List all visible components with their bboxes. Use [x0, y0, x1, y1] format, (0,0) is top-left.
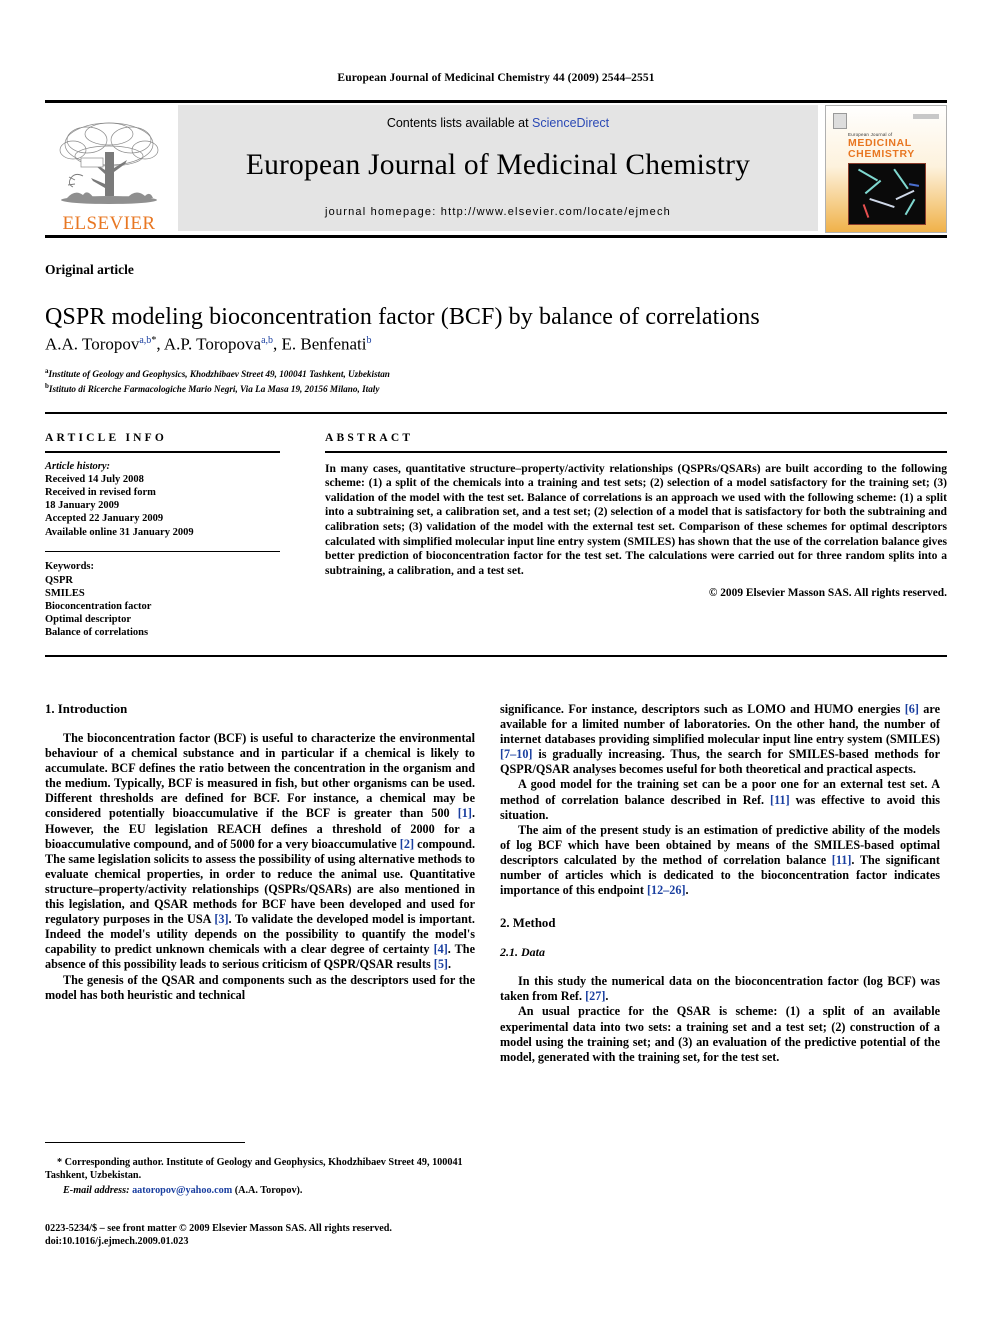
keywords-block: Keywords: QSPR SMILES Bioconcentration f… — [45, 552, 280, 639]
author-list: A.A. Toropova,b*, A.P. Toropovaa,b, E. B… — [45, 334, 372, 354]
elsevier-tree-icon — [59, 122, 159, 204]
citation-ref-11b[interactable]: [11] — [832, 853, 852, 867]
info-band-bottom-rule — [45, 655, 947, 657]
section-heading-method: 2. Method — [500, 916, 556, 931]
data-text-c: . — [605, 989, 609, 1004]
affiliation-text-b: Istituto di Ricerche Farmacologiche Mari… — [48, 383, 380, 394]
masthead-bottom-rule — [45, 235, 947, 238]
elsevier-logo: ELSEVIER — [45, 105, 173, 233]
masthead-center-panel: Contents lists available at ScienceDirec… — [178, 105, 818, 231]
affiliation-text-a: Institute of Geology and Geophysics, Kho… — [48, 369, 390, 380]
corresponding-author-note: * Corresponding author. Institute of Geo… — [45, 1157, 463, 1181]
intro-right-text-a: significance. For instance, descriptors … — [500, 702, 905, 716]
author-name-2: A.P. Toropova — [163, 334, 262, 354]
cover-journal-name: MEDICINAL CHEMISTRY — [848, 138, 915, 160]
keyword-item: QSPR — [45, 574, 74, 586]
article-type-label: Original article — [45, 262, 134, 277]
running-head: European Journal of Medicinal Chemistry … — [337, 72, 655, 84]
sciencedirect-link[interactable]: ScienceDirect — [532, 116, 609, 130]
author-name-1: A.A. Toropov — [45, 334, 140, 354]
contents-prefix: Contents lists available at — [386, 116, 533, 130]
article-history-label: Article history: — [45, 460, 111, 472]
citation-ref-7-10[interactable]: [7–10] — [500, 747, 533, 761]
article-history-item: 18 January 2009 — [45, 500, 120, 512]
body-column-left: 1. Introduction The bioconcentration fac… — [45, 702, 475, 1003]
email-label: E-mail address: — [63, 1185, 130, 1196]
article-history-item: Accepted 22 January 2009 — [45, 513, 164, 525]
journal-homepage-link[interactable]: journal homepage: http://www.elsevier.co… — [325, 206, 671, 218]
author-affil-mark-1: a,b — [139, 335, 152, 346]
citation-ref-11[interactable]: [11] — [770, 793, 790, 807]
journal-cover-thumbnail: European Journal of MEDICINAL CHEMISTRY — [825, 105, 947, 233]
body-column-right: significance. For instance, descriptors … — [500, 702, 940, 1065]
citation-ref-27[interactable]: [27] — [585, 989, 605, 1003]
article-history-item: Received in revised form — [45, 487, 156, 498]
citation-ref-5[interactable]: [5] — [434, 957, 448, 971]
email-address-link[interactable]: aatoropov@yahoo.com — [132, 1185, 232, 1196]
intro-text-a: The bioconcentration factor (BCF) is use… — [45, 731, 475, 821]
article-info-column: ARTICLE INFO Article history: Received 1… — [45, 432, 280, 640]
section-heading-data: 2.1. Data — [500, 945, 545, 960]
intro-text-f: . — [447, 957, 452, 972]
keyword-item: Balance of correlations — [45, 627, 149, 639]
abstract-heading: ABSTRACT — [325, 432, 414, 444]
corresponding-author-star: * — [151, 335, 157, 346]
log-bcf-term-2: log BCF — [867, 974, 912, 989]
email-note: E-mail address: aatoropov@yahoo.com (A.A… — [45, 1184, 480, 1197]
contents-available-line: Contents lists available at ScienceDirec… — [387, 116, 609, 130]
page-title: QSPR modeling bioconcentration factor (B… — [45, 304, 760, 331]
paragraph-intro-1: The bioconcentration factor (BCF) is use… — [45, 731, 475, 973]
intro-right-text-c: is gradually increasing. Thus, the searc… — [500, 747, 940, 777]
data-text-a: In this study the numerical data on the … — [518, 974, 868, 989]
footnote-rule — [45, 1142, 245, 1143]
doi-line: doi:10.1016/j.ejmech.2009.01.023 — [45, 1236, 189, 1247]
paragraph-data-2: An usual practice for the QSAR is scheme… — [500, 1004, 940, 1064]
article-info-heading: ARTICLE INFO — [45, 432, 168, 444]
citation-ref-3[interactable]: [3] — [214, 912, 228, 926]
paragraph-intro-5: The aim of the present study is an estim… — [500, 823, 940, 898]
cover-molecule-image — [848, 163, 926, 225]
journal-title: European Journal of Medicinal Chemistry — [245, 149, 751, 181]
citation-ref-12-26[interactable]: [12–26] — [647, 883, 686, 897]
author-affil-mark-2: a,b — [261, 335, 274, 346]
article-history-block: Article history: Received 14 July 2008 R… — [45, 453, 280, 539]
section-heading-introduction: 1. Introduction — [45, 702, 128, 716]
citation-ref-1[interactable]: [1] — [458, 806, 472, 820]
footnote-block: * Corresponding author. Institute of Geo… — [45, 1156, 480, 1197]
author-name-3: E. Benfenati — [281, 334, 367, 354]
paragraph-intro-2: The genesis of the QSAR and components s… — [45, 972, 475, 1002]
aim-text-d: . — [685, 883, 689, 898]
paragraph-intro-3: significance. For instance, descriptors … — [500, 702, 940, 777]
affiliation-list: aInstitute of Geology and Geophysics, Kh… — [45, 366, 935, 395]
paragraph-data-1: In this study the numerical data on the … — [500, 974, 940, 1004]
affiliation-a: aInstitute of Geology and Geophysics, Kh… — [45, 366, 935, 381]
issn-copyright-block: 0223-5234/$ – see front matter © 2009 El… — [45, 1222, 505, 1248]
cover-elsevier-mark — [833, 113, 847, 129]
journal-article-page: European Journal of Medicinal Chemistry … — [0, 0, 992, 1323]
elsevier-wordmark: ELSEVIER — [62, 213, 156, 234]
abstract-column: ABSTRACT In many cases, quantitative str… — [325, 432, 947, 599]
issn-line: 0223-5234/$ – see front matter © 2009 El… — [45, 1223, 392, 1234]
keyword-item: Optimal descriptor — [45, 614, 132, 626]
article-history-item: Available online 31 January 2009 — [45, 526, 194, 538]
email-owner: (A.A. Toropov). — [232, 1185, 303, 1196]
cover-journal-name-line2: CHEMISTRY — [848, 148, 915, 160]
keywords-label: Keywords: — [45, 561, 94, 573]
log-bcf-term: log BCF — [516, 837, 562, 852]
abstract-text: In many cases, quantitative structure–pr… — [325, 461, 947, 577]
keyword-item: Bioconcentration factor — [45, 601, 152, 613]
cover-issn-mark — [913, 114, 939, 119]
author-affil-mark-3: b — [366, 335, 372, 346]
citation-ref-6[interactable]: [6] — [905, 702, 919, 716]
paragraph-intro-4: A good model for the training set can be… — [500, 777, 940, 822]
abstract-copyright: © 2009 Elsevier Masson SAS. All rights r… — [708, 587, 947, 600]
keyword-item: SMILES — [45, 587, 85, 599]
article-history-item: Received 14 July 2008 — [45, 473, 144, 485]
affiliation-b: bIstituto di Ricerche Farmacologiche Mar… — [45, 381, 935, 396]
journal-masthead: ELSEVIER Contents lists available at Sci… — [45, 100, 947, 238]
info-band-top-rule — [45, 412, 947, 414]
citation-ref-4[interactable]: [4] — [434, 942, 448, 956]
masthead-top-rule — [45, 100, 947, 103]
citation-ref-2[interactable]: [2] — [400, 837, 414, 851]
